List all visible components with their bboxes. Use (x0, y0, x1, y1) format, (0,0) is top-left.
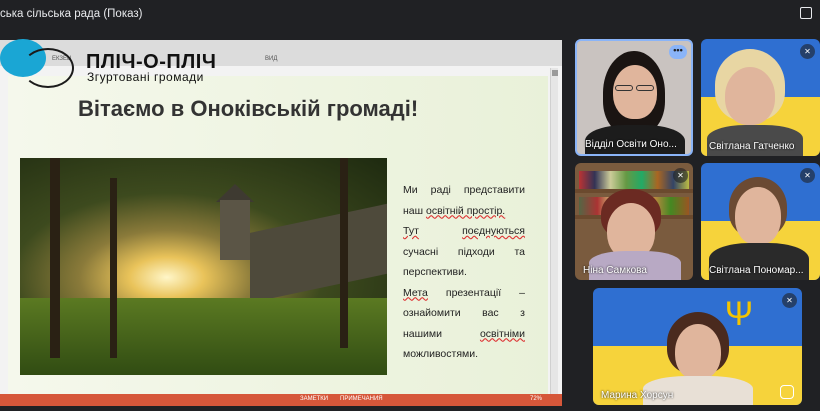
tree-trunk (50, 158, 60, 358)
participant-tile[interactable]: Ψ ✕ Марина Хорсун (593, 288, 802, 405)
mic-off-icon: ✕ (782, 293, 797, 308)
powerpoint-status-bar: ЗАМЕТКИ ПРИМЕЧАНИЯ 72% (0, 394, 562, 406)
slide-scrollbar[interactable] (550, 68, 558, 406)
participant-tile[interactable]: ✕ Світлана Пономар... (701, 163, 820, 280)
mic-off-icon: ✕ (673, 168, 688, 183)
meet-window: ська сільська рада (Показ) ЕКЗЕЦ ВИД Віт… (0, 0, 820, 411)
tree-trunk (340, 158, 348, 348)
participant-tile[interactable]: ✕ Ніна Самкова (575, 163, 693, 280)
trident-emblem-icon: Ψ (724, 295, 754, 333)
grass (20, 298, 387, 375)
participant-face (675, 324, 721, 380)
tree-trunk (110, 178, 117, 358)
participant-name: Марина Хорсун (601, 390, 674, 401)
pin-icon[interactable] (780, 385, 794, 399)
slide-paragraph: Мета презентації – ознайомити вас з наши… (403, 286, 525, 361)
participant-name: Світлана Гатченко (709, 141, 795, 152)
scroll-up-icon[interactable] (552, 70, 558, 76)
presentation-slide: Вітаємо в Оноківській громаді! Ми раді п… (8, 76, 548, 396)
slide-title: Вітаємо в Оноківській громаді! (78, 96, 419, 121)
participant-face (735, 187, 781, 245)
meeting-title: ська сільська рада (Показ) (0, 8, 143, 20)
ribbon-tab: ВИД (265, 56, 278, 62)
comments-button[interactable]: ПРИМЕЧАНИЯ (340, 396, 383, 402)
mic-off-icon: ✕ (800, 44, 815, 59)
castle-wall (250, 203, 387, 303)
slide-photo-castle (20, 158, 387, 375)
participant-tile[interactable]: ••• Відділ Освіти Оно... (575, 39, 693, 156)
participant-name: Світлана Пономар... (709, 265, 804, 276)
shared-screen: ЕКЗЕЦ ВИД Вітаємо в Оноківській громаді!… (0, 40, 562, 406)
slide-text: Ми раді представити наш освітній простір… (403, 180, 525, 365)
notes-button[interactable]: ЗАМЕТКИ (300, 396, 328, 402)
more-options-icon[interactable]: ••• (669, 45, 687, 59)
slide-paragraph: Тут поєднуються сучасні підходи та персп… (403, 225, 525, 278)
castle-tower (220, 200, 250, 260)
participant-face (725, 67, 775, 125)
participant-name: Відділ Освіти Оно... (585, 139, 677, 150)
glasses (636, 85, 654, 91)
participant-name: Ніна Самкова (583, 265, 647, 276)
slide-paragraph: Ми раді представити наш освітній простір… (403, 184, 525, 217)
zoom-level: 72% (529, 396, 542, 402)
participant-face (613, 65, 657, 119)
logo-ring-icon (22, 48, 74, 88)
logo-subtitle: Згуртовані громади (87, 70, 204, 84)
mic-off-icon: ✕ (800, 168, 815, 183)
glasses (615, 85, 633, 91)
powerpoint-ribbon (0, 40, 562, 66)
presentation-icon[interactable] (800, 7, 812, 19)
participant-tile[interactable]: ✕ Світлана Гатченко (701, 39, 820, 156)
